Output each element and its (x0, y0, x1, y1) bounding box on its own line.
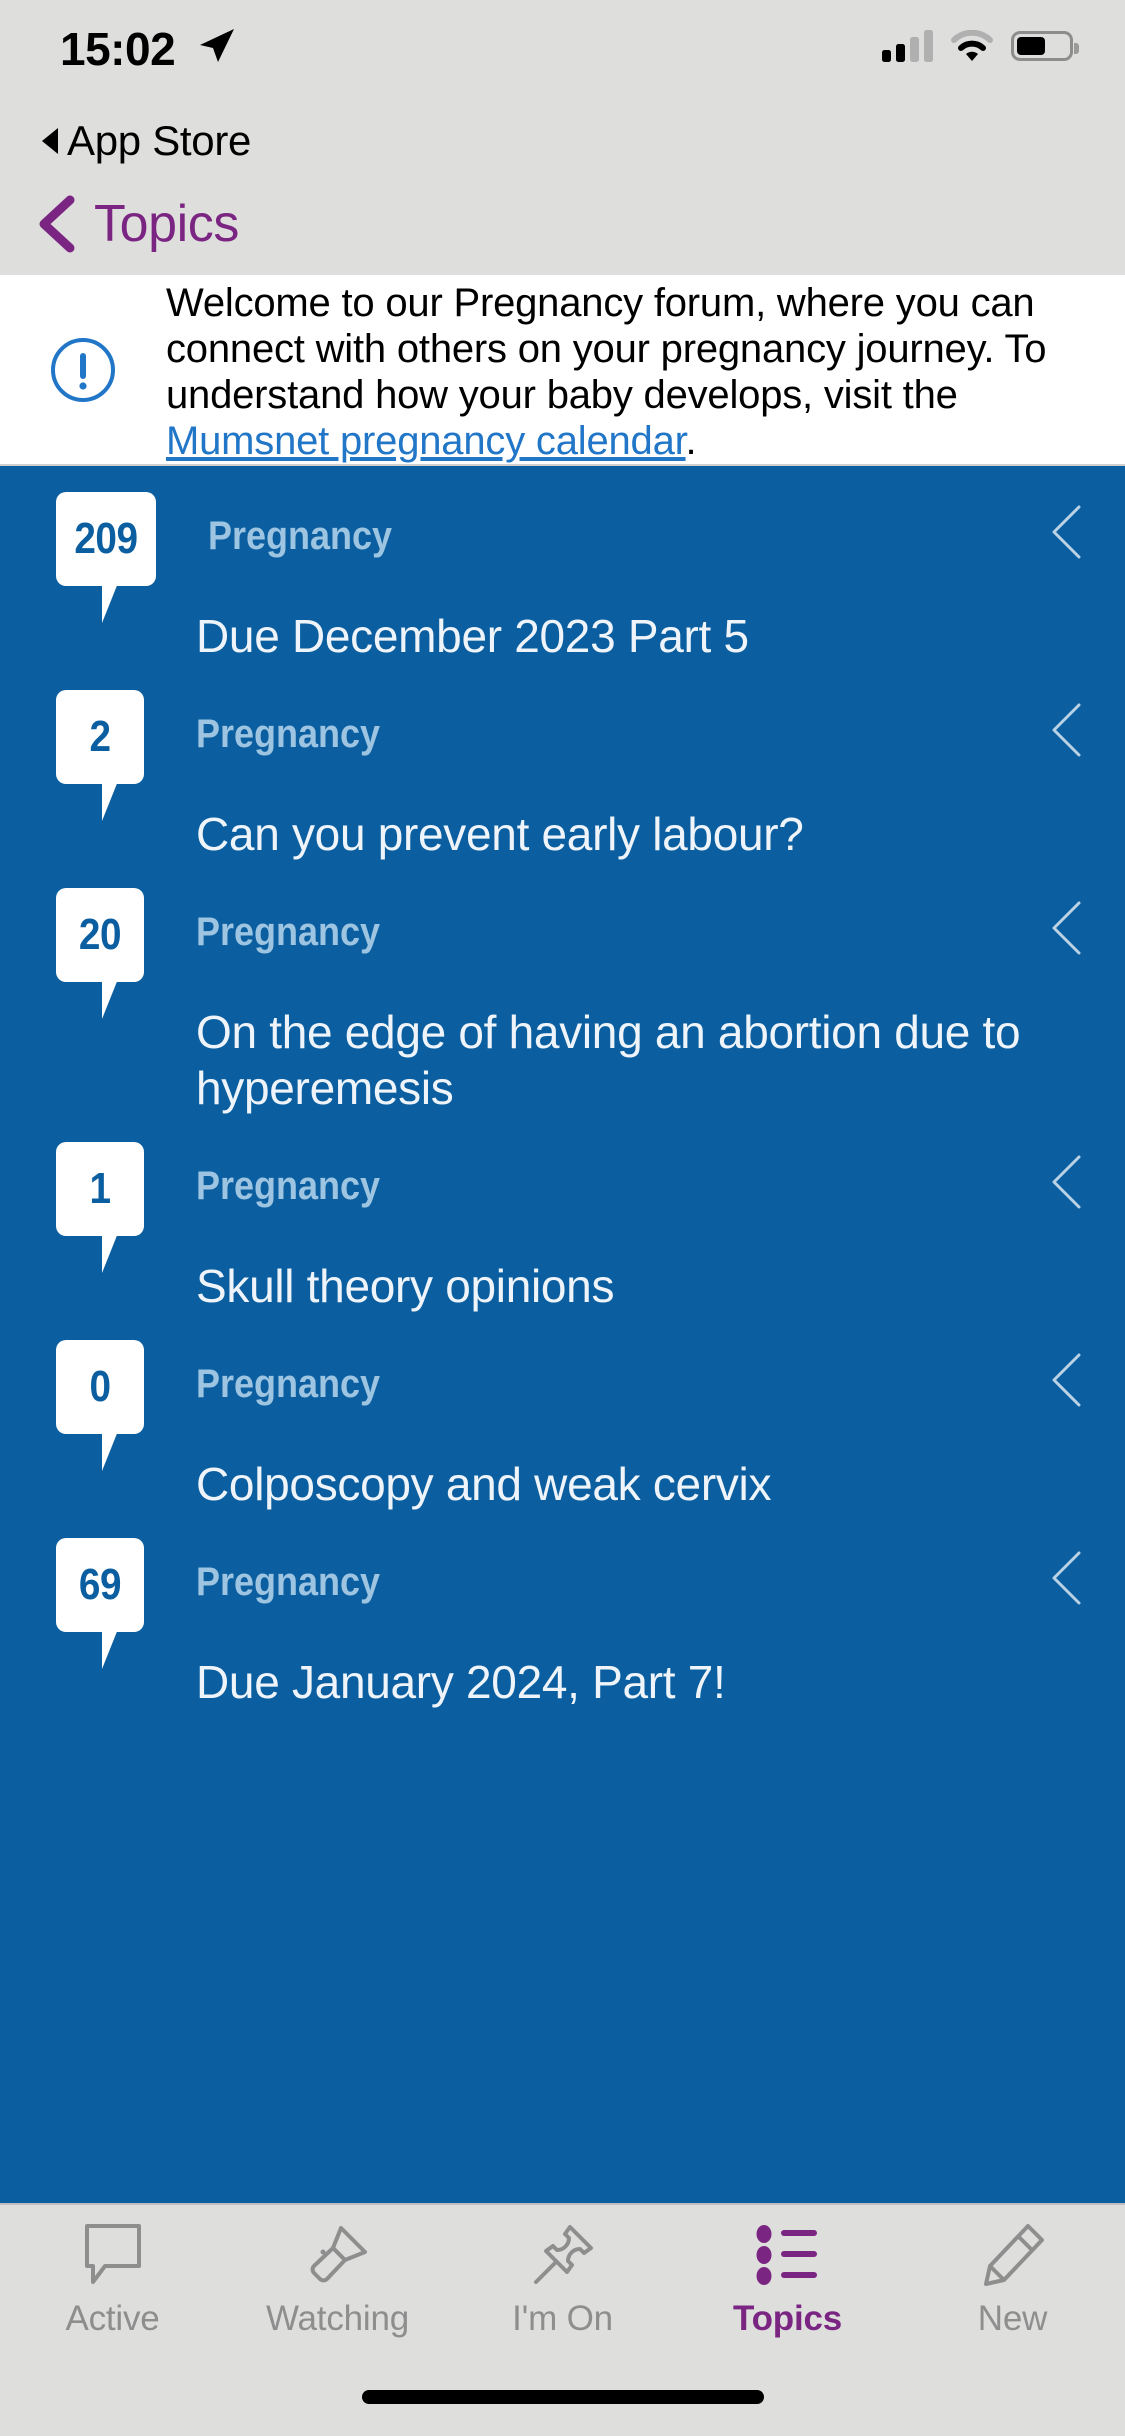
thread-row[interactable]: 209 Pregnancy Due December 2023 Part 5 (0, 466, 1125, 664)
pushpin-icon (530, 2222, 596, 2288)
status-bar-indicators (882, 29, 1079, 62)
status-bar: 15:02 (0, 0, 1125, 110)
reply-count-badge: 1 (56, 1142, 144, 1273)
phone-screen: 15:02 App Store Topics Welcome to our Pr… (0, 0, 1125, 2436)
return-to-app-store-button[interactable]: App Store (0, 110, 1125, 172)
thread-list[interactable]: 209 Pregnancy Due December 2023 Part 5 2 Pre… (0, 466, 1125, 2203)
thread-topic-label: Pregnancy (196, 1560, 381, 1604)
home-bar[interactable] (361, 2390, 764, 2404)
tab-watching[interactable]: Watching (225, 2205, 450, 2368)
location-arrow-icon (196, 26, 236, 66)
reply-count-badge: 209 (56, 492, 156, 623)
back-triangle-icon (42, 128, 58, 154)
badge-tail (102, 1233, 118, 1273)
chevron-left-icon[interactable] (1049, 900, 1083, 956)
tab-bar: Active Watching I'm On Topics New (0, 2203, 1125, 2368)
reply-count-value: 1 (89, 1164, 111, 1213)
chevron-left-icon[interactable] (30, 194, 82, 254)
thread-topic-label: Pregnancy (196, 910, 381, 954)
thread-row[interactable]: 0 Pregnancy Colposcopy and weak cervix (0, 1314, 1125, 1512)
info-exclamation-circle-icon (0, 336, 166, 404)
badge-tail (102, 1431, 118, 1471)
chevron-left-icon[interactable] (1049, 1550, 1083, 1606)
reply-count-value: 2 (89, 712, 111, 761)
thread-topic-label: Pregnancy (196, 712, 381, 756)
tab-label: Topics (733, 2299, 842, 2338)
reply-count-badge: 2 (56, 690, 144, 821)
status-bar-time: 15:02 (60, 23, 176, 75)
reply-count-value: 69 (78, 1560, 122, 1609)
reply-count-value: 20 (78, 910, 122, 959)
wifi-icon (951, 29, 993, 62)
navigation-bar: Topics (0, 172, 1125, 275)
badge-tail (102, 979, 118, 1019)
reply-count-badge: 69 (56, 1538, 144, 1669)
bulleted-list-icon (755, 2222, 821, 2288)
thread-row[interactable]: 1 Pregnancy Skull theory opinions (0, 1116, 1125, 1314)
tab-new[interactable]: New (900, 2205, 1125, 2368)
reply-count-value: 0 (89, 1362, 111, 1411)
return-app-label: App Store (67, 117, 252, 164)
info-banner-text-before: Welcome to our Pregnancy forum, where yo… (166, 280, 1047, 417)
page-title[interactable]: Topics (94, 194, 239, 254)
tab-active[interactable]: Active (0, 2205, 225, 2368)
chevron-left-icon[interactable] (1049, 504, 1083, 560)
thread-topic-label: Pregnancy (207, 514, 392, 558)
reply-count-badge: 0 (56, 1340, 144, 1471)
tab-label: I'm On (512, 2299, 613, 2338)
badge-tail (102, 583, 118, 623)
mumsnet-pregnancy-calendar-link[interactable]: Mumsnet pregnancy calendar (166, 419, 686, 463)
home-indicator-area (0, 2368, 1125, 2436)
pencil-icon (980, 2222, 1046, 2288)
speech-bubble-icon (82, 2222, 144, 2288)
thread-row[interactable]: 20 Pregnancy On the edge of having an abor… (0, 862, 1125, 1116)
tab-label: New (977, 2299, 1048, 2338)
chevron-left-icon[interactable] (1049, 702, 1083, 758)
thread-title[interactable]: Skull theory opinions (196, 1258, 1125, 1314)
tab-label: Watching (266, 2299, 409, 2338)
info-banner-text: Welcome to our Pregnancy forum, where yo… (166, 276, 1079, 464)
thread-row[interactable]: 69 Pregnancy Due January 2024, Part 7! (0, 1512, 1125, 1710)
thread-row[interactable]: 2 Pregnancy Can you prevent early labour? (0, 664, 1125, 862)
tab-label: Active (65, 2299, 160, 2338)
badge-tail (102, 1629, 118, 1669)
thread-topic-label: Pregnancy (196, 1362, 381, 1406)
info-banner: Welcome to our Pregnancy forum, where yo… (0, 275, 1125, 466)
chevron-left-icon[interactable] (1049, 1154, 1083, 1210)
chevron-left-icon[interactable] (1049, 1352, 1083, 1408)
thread-title[interactable]: On the edge of having an abortion due to… (196, 1004, 1125, 1116)
reply-count-value: 209 (74, 514, 138, 563)
thread-title[interactable]: Due December 2023 Part 5 (196, 608, 1125, 664)
flashlight-icon (305, 2222, 371, 2288)
tab-i-m-on[interactable]: I'm On (450, 2205, 675, 2368)
battery-icon (1011, 31, 1079, 61)
reply-count-badge: 20 (56, 888, 144, 1019)
tab-topics[interactable]: Topics (675, 2205, 900, 2368)
thread-title[interactable]: Can you prevent early labour? (196, 806, 1125, 862)
info-banner-text-after: . (685, 418, 697, 463)
thread-title[interactable]: Colposcopy and weak cervix (196, 1456, 1125, 1512)
thread-topic-label: Pregnancy (196, 1164, 381, 1208)
thread-title[interactable]: Due January 2024, Part 7! (196, 1654, 1125, 1710)
badge-tail (102, 781, 118, 821)
cellular-signal-icon (882, 30, 933, 62)
